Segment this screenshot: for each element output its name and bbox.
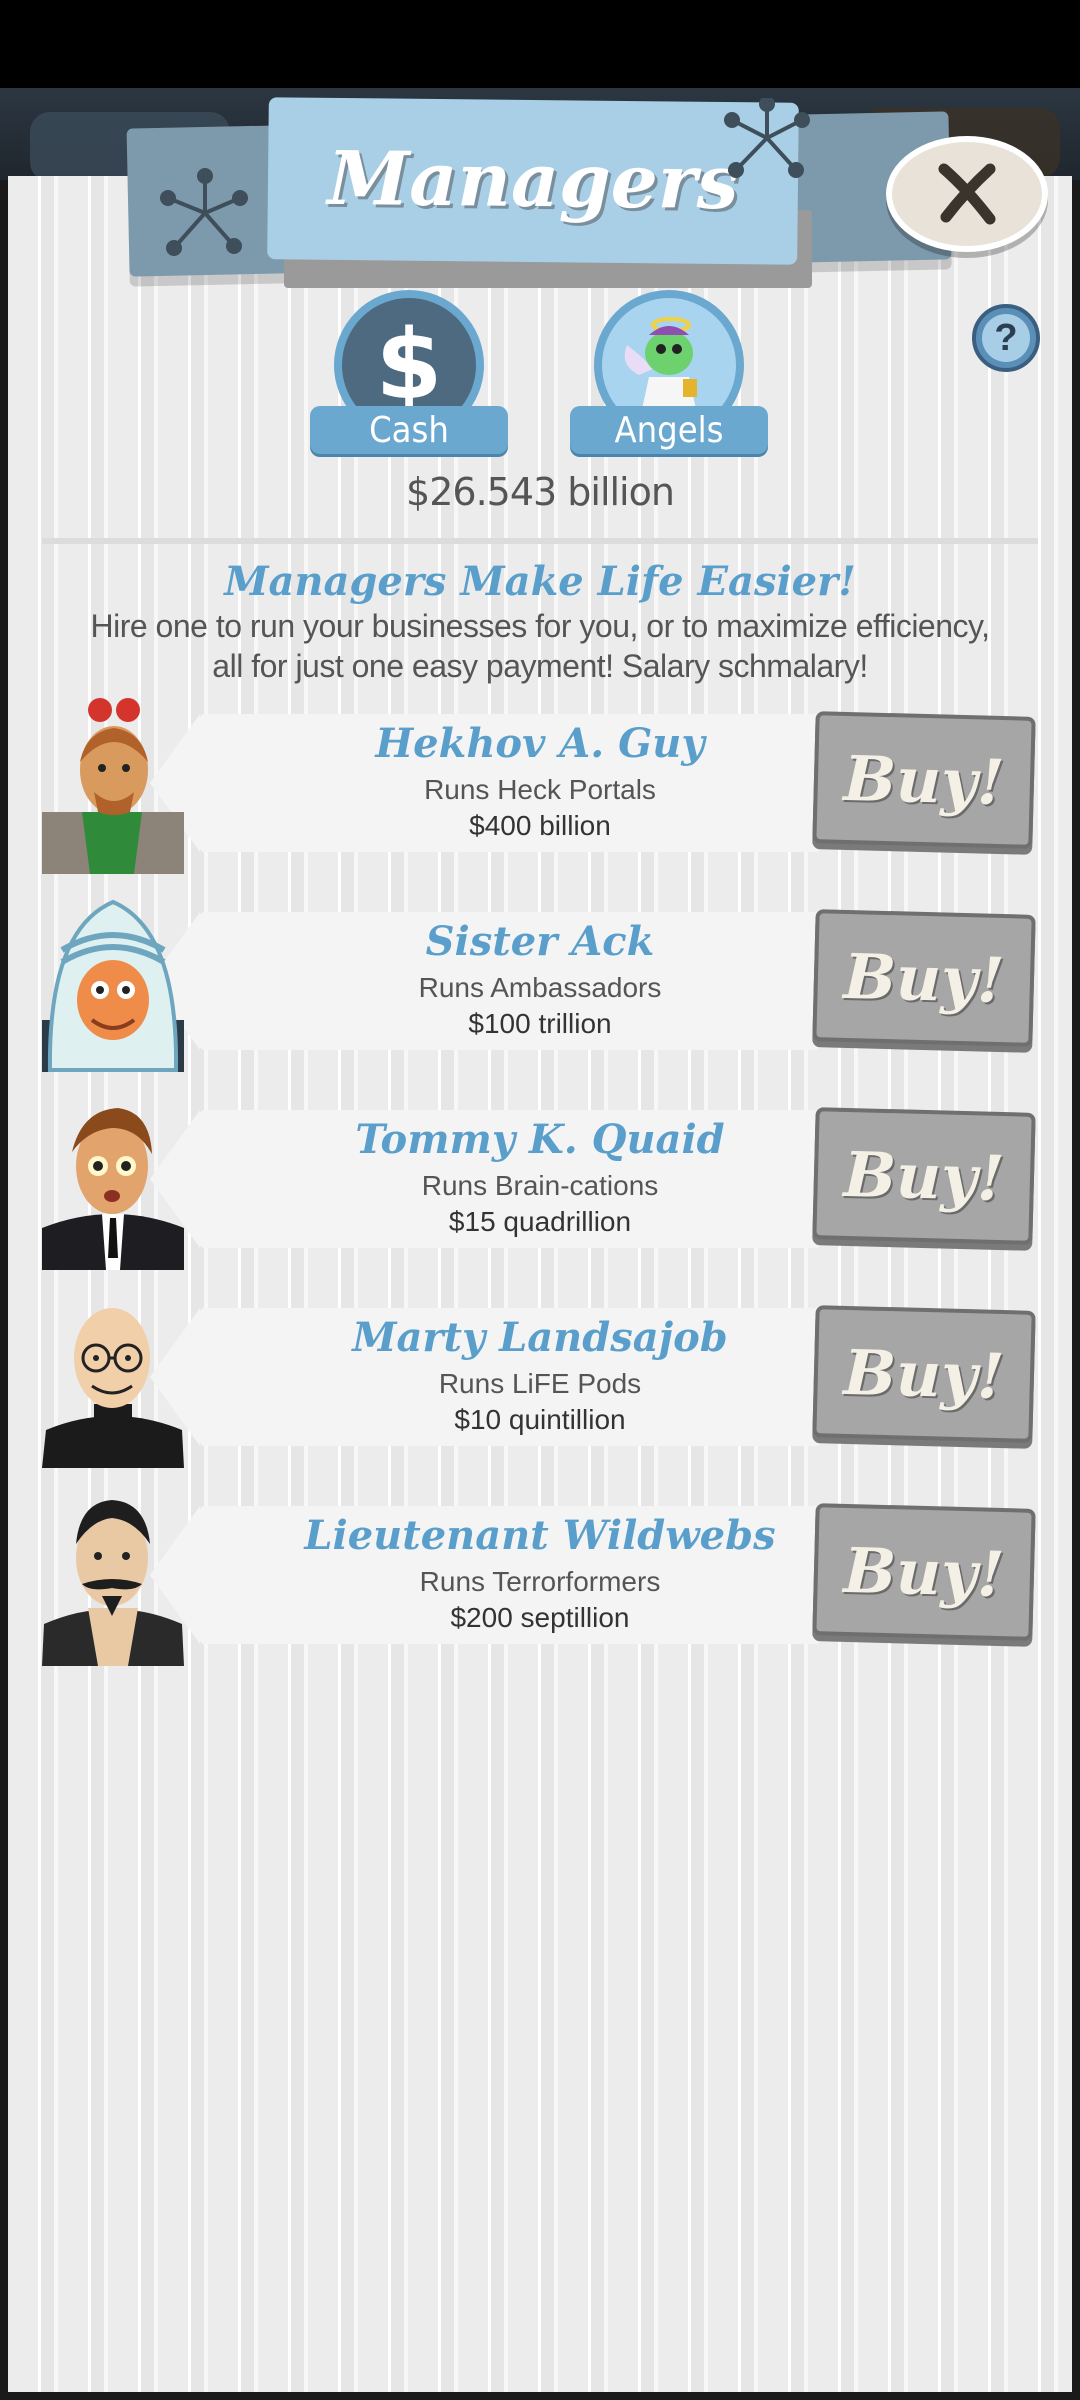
manager-business: Runs LiFE Pods (438, 1368, 642, 1399)
manager-portrait-icon (42, 698, 184, 874)
cash-total: $26.543 billion (406, 470, 675, 514)
buy-button[interactable]: Buy! (812, 909, 1036, 1047)
starburst-icon (160, 168, 248, 256)
manager-name: Lieutenant Wildwebs (304, 1512, 776, 1559)
manager-cost: $15 quadrillion (448, 1206, 632, 1237)
help-icon: ? (982, 314, 1030, 362)
dollar-symbol: $ (375, 309, 443, 421)
starburst-icon (724, 98, 810, 178)
angels-toggle-button[interactable]: Angels (570, 290, 770, 454)
buy-button[interactable]: Buy! (812, 1503, 1036, 1641)
manager-business: Runs Ambassadors (418, 972, 662, 1003)
manager-business: Runs Brain-cations (421, 1170, 659, 1201)
angels-label: Angels (570, 406, 768, 454)
manager-row: Sister Ack Runs Ambassadors $100 trillio… (0, 890, 1080, 1080)
manager-row: Marty Landsajob Runs LiFE Pods $10 quint… (0, 1286, 1080, 1476)
divider (42, 538, 1038, 544)
close-button[interactable] (886, 136, 1048, 252)
manager-portrait-icon (42, 1108, 184, 1270)
manager-cost: $100 trillion (468, 1008, 612, 1039)
manager-cost: $400 billion (469, 810, 611, 841)
manager-row: Hekhov A. Guy Runs Heck Portals $400 bil… (0, 692, 1080, 882)
help-button[interactable]: ? (972, 304, 1040, 372)
manager-cost: $200 septillion (450, 1602, 630, 1633)
manager-portrait-icon (42, 1500, 184, 1666)
header-banner: Managers (267, 97, 799, 265)
cash-label: Cash (310, 406, 508, 454)
manager-name: Tommy K. Quaid (355, 1116, 725, 1163)
manager-row: Lieutenant Wildwebs Runs Terrorformers $… (0, 1484, 1080, 1674)
buy-button[interactable]: Buy! (812, 711, 1036, 849)
manager-name: Hekhov A. Guy (375, 720, 705, 767)
intro-headline: Managers Make Life Easier! (224, 558, 856, 605)
page-title: Managers (327, 135, 739, 227)
manager-portrait-icon (42, 899, 184, 1072)
intro-text: Hire one to run your businesses for you,… (90, 608, 990, 684)
manager-cost: $10 quintillion (454, 1404, 626, 1435)
buy-button[interactable]: Buy! (812, 1107, 1036, 1245)
manager-business: Runs Heck Portals (424, 774, 656, 805)
buy-button[interactable]: Buy! (812, 1305, 1036, 1443)
manager-name: Marty Landsajob (352, 1314, 728, 1361)
close-icon (938, 163, 996, 225)
status-bar (0, 0, 1080, 88)
cash-toggle-button[interactable]: $ Cash (310, 290, 510, 454)
manager-name: Sister Ack (425, 918, 655, 965)
manager-business: Runs Terrorformers (419, 1566, 661, 1597)
manager-row: Tommy K. Quaid Runs Brain-cations $15 qu… (0, 1088, 1080, 1278)
manager-portrait-icon (42, 1308, 184, 1468)
